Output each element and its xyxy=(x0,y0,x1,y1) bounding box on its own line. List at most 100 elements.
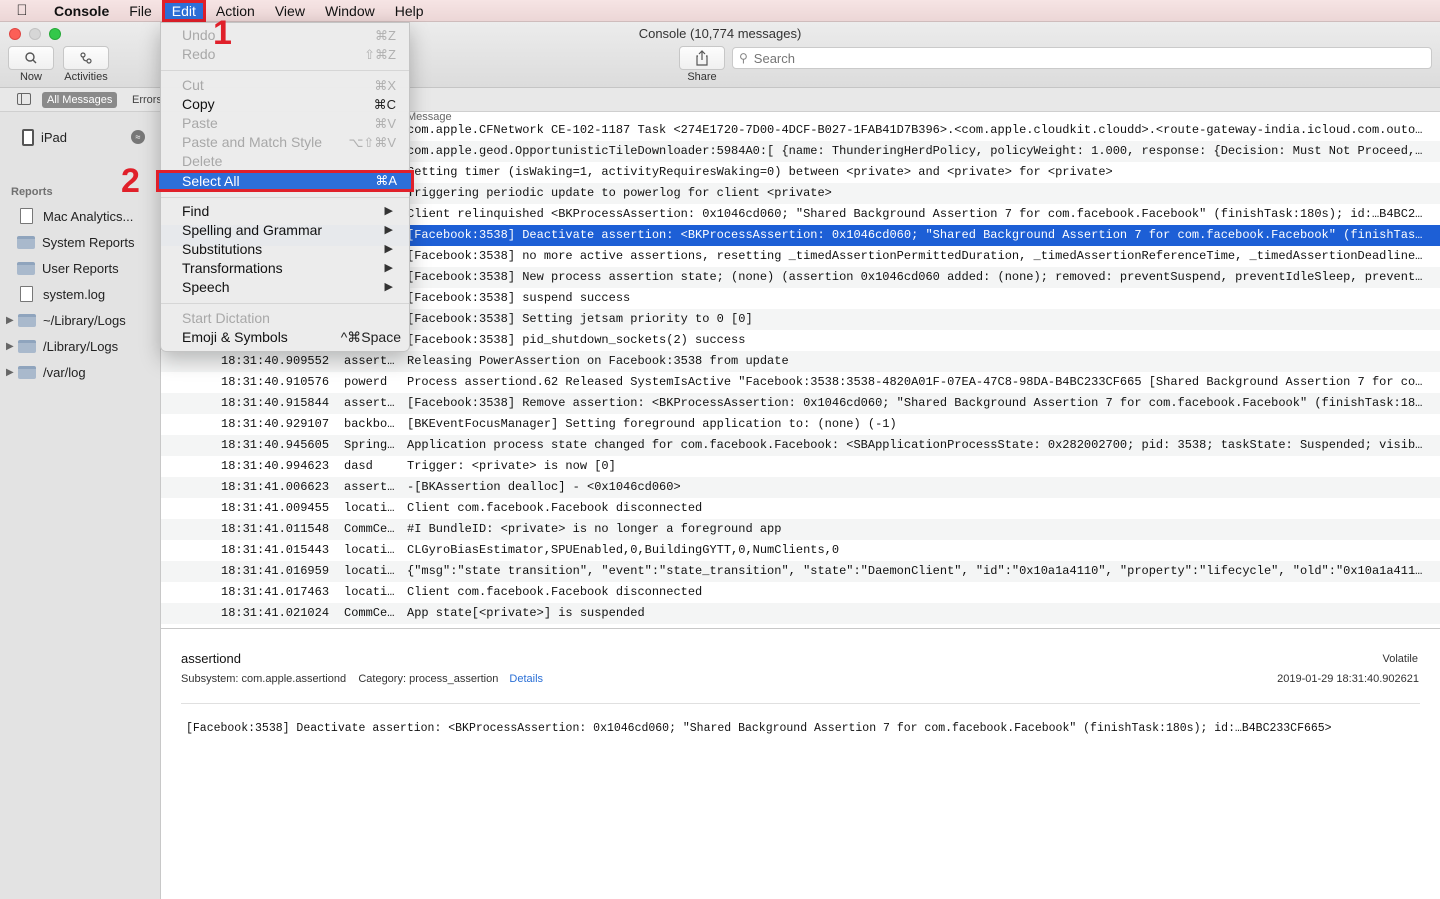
shortcut: ^⌘Space xyxy=(340,329,401,345)
menu-view[interactable]: View xyxy=(265,0,315,22)
sidebar-item-library-logs[interactable]: ▶ /Library/Logs xyxy=(0,334,161,358)
detail-pane: assertiond Subsystem: com.apple.assertio… xyxy=(161,628,1440,899)
log-message: {"msg":"state transition", "event":"stat… xyxy=(407,564,1429,578)
submenu-arrow-icon: ▶ xyxy=(384,243,393,255)
menu-separator xyxy=(161,70,409,71)
sidebar-item-system-reports[interactable]: System Reports xyxy=(0,230,161,254)
details-link[interactable]: Details xyxy=(509,673,543,685)
menu-item-paste[interactable]: Paste ⌘V xyxy=(161,114,409,133)
detail-subsystem: Subsystem: com.apple.assertiond xyxy=(181,673,347,685)
menu-window[interactable]: Window xyxy=(315,0,385,22)
detail-meta: Subsystem: com.apple.assertiond Category… xyxy=(181,673,543,685)
detail-timestamp: 2019-01-29 18:31:40.902621 xyxy=(1277,673,1419,685)
log-row[interactable]: 18:31:41.021024 CommCe… App state[<private… xyxy=(161,603,1440,624)
folder-icon xyxy=(17,261,35,275)
log-row[interactable]: 18:31:40.915844 assert… [Facebook:3538] Re… xyxy=(161,393,1440,414)
log-message: [BKEventFocusManager] Setting foreground… xyxy=(407,417,897,431)
menu-item-substitutions[interactable]: Substitutions ▶ xyxy=(161,240,409,259)
menu-file[interactable]: File xyxy=(119,0,162,22)
log-process: dasd xyxy=(344,459,373,473)
sidebar-item-label: system.log xyxy=(43,286,106,302)
search-field[interactable]: ⚲ xyxy=(732,47,1432,69)
menu-item-speech[interactable]: Speech ▶ xyxy=(161,278,409,297)
sidebar-item-ipad[interactable]: iPad ≈ xyxy=(0,125,161,149)
menu-item-find[interactable]: Find ▶ xyxy=(161,202,409,221)
menu-item-label: Substitutions xyxy=(182,241,263,257)
menu-edit[interactable]: Edit xyxy=(161,0,206,22)
disclosure-triangle-icon[interactable]: ▶ xyxy=(6,315,18,326)
sidebar-item-system-log[interactable]: system.log xyxy=(0,282,161,306)
sidebar-item-var-log[interactable]: ▶ /var/log xyxy=(0,360,161,384)
disclosure-triangle-icon[interactable]: ▶ xyxy=(6,341,18,352)
menu-item-paste-match-style[interactable]: Paste and Match Style ⌥⇧⌘V xyxy=(161,133,409,152)
log-row[interactable]: 18:31:41.016959 locati… {"msg":"state tran… xyxy=(161,561,1440,582)
log-row[interactable]: 18:31:40.910576 powerd Process assertiond.… xyxy=(161,372,1440,393)
log-row[interactable]: 18:31:41.017463 locati… Client com.faceboo… xyxy=(161,582,1440,603)
shortcut: ⌘X xyxy=(374,78,396,93)
share-icon xyxy=(696,50,708,66)
search-input[interactable] xyxy=(753,50,1394,66)
menu-item-label: Transformations xyxy=(182,260,283,276)
submenu-arrow-icon: ▶ xyxy=(384,281,393,293)
log-message: -[BKAssertion dealloc] - <0x1046cd060> xyxy=(407,480,681,494)
disclosure-triangle-icon[interactable]: ▶ xyxy=(6,367,18,378)
now-button[interactable] xyxy=(8,46,54,70)
menu-item-select-all[interactable]: Select All ⌘A xyxy=(156,170,414,192)
log-row[interactable]: 18:31:40.929107 backbo… [BKEventFocusManag… xyxy=(161,414,1440,435)
log-time: 18:31:40.910576 xyxy=(221,375,330,389)
menu-item-copy[interactable]: Copy ⌘C xyxy=(161,95,409,114)
log-message: Trigger: <private> is now [0] xyxy=(407,459,616,473)
log-process: assert… xyxy=(344,480,395,494)
activities-button[interactable] xyxy=(63,46,109,70)
log-time: 18:31:41.015443 xyxy=(221,543,330,557)
menu-item-cut[interactable]: Cut ⌘X xyxy=(161,76,409,95)
log-message: Releasing PowerAssertion on Facebook:353… xyxy=(407,354,789,368)
menu-item-start-dictation[interactable]: Start Dictation xyxy=(161,309,409,328)
sidebar-item-user-library-logs[interactable]: ▶ ~/Library/Logs xyxy=(0,308,161,332)
activities-label: Activities xyxy=(64,71,108,83)
menu-item-label: Speech xyxy=(182,279,230,295)
menu-item-transformations[interactable]: Transformations ▶ xyxy=(161,259,409,278)
log-message: #I BundleID: <private> is no longer a fo… xyxy=(407,522,782,536)
ipad-icon xyxy=(22,128,34,146)
log-row[interactable]: 18:31:41.009455 locati… Client com.faceboo… xyxy=(161,498,1440,519)
log-message: App state[<private>] is suspended xyxy=(407,606,645,620)
log-row[interactable]: 18:31:41.006623 assert… -[BKAssertion deal… xyxy=(161,477,1440,498)
menu-item-emoji-symbols[interactable]: Emoji & Symbols ^⌘Space xyxy=(161,328,409,347)
menu-item-undo[interactable]: Undo ⌘Z xyxy=(161,26,409,45)
log-process: CommCe… xyxy=(344,606,395,620)
log-row[interactable]: 18:31:40.994623 dasd Trigger: <private> is… xyxy=(161,456,1440,477)
menu-item-delete[interactable]: Delete xyxy=(161,152,409,171)
log-process: locati… xyxy=(344,543,395,557)
submenu-arrow-icon: ▶ xyxy=(384,224,393,236)
sidebar-toggle-icon[interactable] xyxy=(17,93,31,105)
menu-item-spelling-grammar[interactable]: Spelling and Grammar ▶ xyxy=(161,221,409,240)
sidebar-item-mac-analytics[interactable]: Mac Analytics... xyxy=(0,204,161,228)
detail-volatile: Volatile xyxy=(1382,653,1418,665)
detail-process: assertiond xyxy=(181,651,241,666)
log-row[interactable]: 18:31:41.011548 CommCe… #I BundleID: <priv… xyxy=(161,519,1440,540)
sidebar-item-user-reports[interactable]: User Reports xyxy=(0,256,161,280)
menu-item-label: Find xyxy=(182,203,210,219)
menu-item-label: Undo xyxy=(182,27,216,43)
menu-item-label: Delete xyxy=(182,153,223,169)
menu-item-redo[interactable]: Redo ⇧⌘Z xyxy=(161,45,409,64)
sidebar-item-label: Mac Analytics... xyxy=(43,208,134,224)
menu-item-label: Cut xyxy=(182,77,204,93)
apple-menu-icon[interactable]:  xyxy=(0,2,44,19)
log-row[interactable]: 18:31:41.015443 locati… CLGyroBiasEstimato… xyxy=(161,540,1440,561)
log-row[interactable]: 18:31:40.909552 assert… Releasing PowerAss… xyxy=(161,351,1440,372)
scope-all-messages[interactable]: All Messages xyxy=(42,92,118,108)
share-button[interactable] xyxy=(679,46,725,70)
shortcut: ⌘V xyxy=(374,116,396,131)
sidebar-item-label: /var/log xyxy=(43,364,86,380)
annotation-step-2: 2 xyxy=(121,162,140,200)
shortcut: ⇧⌘Z xyxy=(364,47,396,62)
menu-help[interactable]: Help xyxy=(385,0,434,22)
menu-app-console[interactable]: Console xyxy=(44,0,119,22)
log-message: CLGyroBiasEstimator,SPUEnabled,0,Buildin… xyxy=(407,543,840,557)
log-message: Client com.facebook.Facebook disconnecte… xyxy=(407,585,703,599)
submenu-arrow-icon: ▶ xyxy=(384,205,393,217)
document-icon xyxy=(20,286,33,302)
log-row[interactable]: 18:31:40.945605 Spring… Application proces… xyxy=(161,435,1440,456)
